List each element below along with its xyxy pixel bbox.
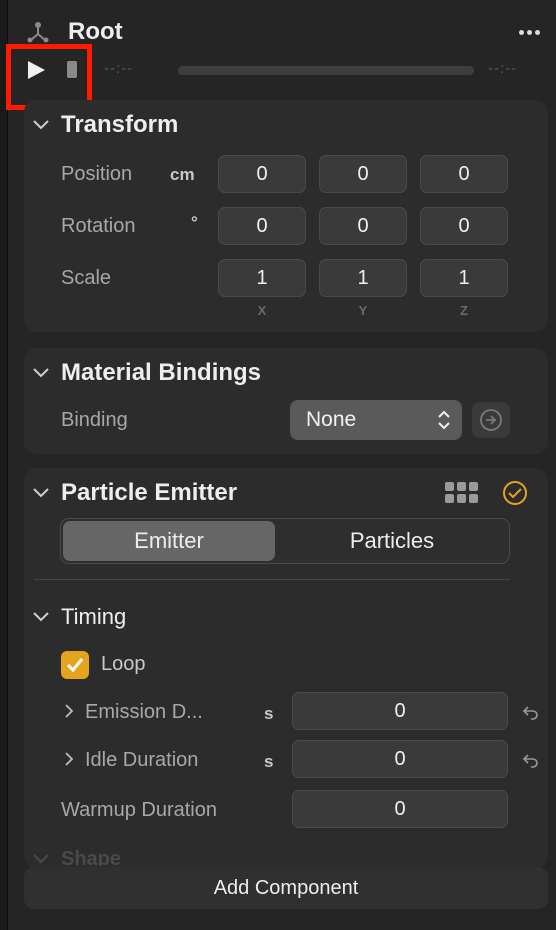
position-y-field[interactable]: 0 xyxy=(319,155,407,193)
timeline-scrubber[interactable] xyxy=(178,66,474,75)
idle-duration-label: Idle Duration xyxy=(85,749,199,771)
idle-duration-field[interactable]: 0 xyxy=(292,740,508,778)
tab-emitter[interactable]: Emitter xyxy=(63,521,275,561)
scale-label: Scale xyxy=(61,267,112,289)
rotation-label: Rotation xyxy=(61,215,136,237)
shape-subsection-header[interactable]: Shape xyxy=(24,846,324,866)
enabled-check-icon[interactable] xyxy=(502,480,528,506)
timing-title: Timing xyxy=(61,604,127,629)
position-unit: cm xyxy=(170,165,195,184)
material-bindings-title: Material Bindings xyxy=(61,359,262,386)
rotation-x-field[interactable]: 0 xyxy=(218,207,306,245)
position-label: Position xyxy=(61,163,133,185)
tab-particles[interactable]: Particles xyxy=(277,521,507,561)
axis-label-z: Z xyxy=(460,303,468,318)
updown-chevron-icon xyxy=(438,410,450,430)
revert-icon[interactable] xyxy=(522,704,540,720)
chevron-down-icon[interactable] xyxy=(33,488,49,498)
emission-duration-field[interactable]: 0 xyxy=(292,692,508,730)
more-options-icon[interactable] xyxy=(515,30,543,38)
emission-duration-label: Emission D... xyxy=(85,701,203,723)
scale-z-field[interactable]: 1 xyxy=(420,259,508,297)
left-edge-strip xyxy=(0,0,8,930)
time-end: --:-- xyxy=(488,60,518,77)
axis-label-y: Y xyxy=(358,303,368,318)
position-x-field[interactable]: 0 xyxy=(218,155,306,193)
arrow-circle-right-icon xyxy=(480,409,502,431)
scale-y-field[interactable]: 1 xyxy=(319,259,407,297)
axis-label-x: X xyxy=(257,303,267,318)
loop-label: Loop xyxy=(101,653,146,675)
shape-title: Shape xyxy=(61,848,122,866)
emitter-particles-segmented-control: Emitter Particles xyxy=(60,518,510,564)
emission-duration-unit: s xyxy=(264,704,274,723)
rotation-y-field[interactable]: 0 xyxy=(319,207,407,245)
hierarchy-icon xyxy=(27,22,49,43)
divider xyxy=(34,579,510,580)
chevron-down-icon[interactable] xyxy=(33,120,49,130)
chevron-down-icon[interactable] xyxy=(33,612,49,622)
grid-icon[interactable] xyxy=(444,481,480,505)
binding-label: Binding xyxy=(61,409,128,431)
particle-emitter-title: Particle Emitter xyxy=(61,479,238,506)
chevron-down-icon xyxy=(33,854,49,864)
warmup-duration-label: Warmup Duration xyxy=(61,799,217,821)
revert-icon[interactable] xyxy=(522,752,540,768)
warmup-duration-field[interactable]: 0 xyxy=(292,790,508,828)
idle-duration-unit: s xyxy=(264,752,274,771)
binding-select[interactable]: None xyxy=(290,400,462,440)
go-to-binding-button[interactable] xyxy=(472,402,510,438)
transform-title: Transform xyxy=(61,111,179,138)
position-z-field[interactable]: 0 xyxy=(420,155,508,193)
time-start: --:-- xyxy=(104,60,134,77)
scale-x-field[interactable]: 1 xyxy=(218,259,306,297)
entity-title: Root xyxy=(68,18,123,45)
chevron-right-icon[interactable] xyxy=(64,752,74,766)
chevron-right-icon[interactable] xyxy=(64,704,74,718)
rotation-unit: ° xyxy=(191,213,198,232)
binding-value: None xyxy=(306,408,357,431)
add-component-button[interactable]: Add Component xyxy=(24,867,548,909)
checkmark-icon xyxy=(66,658,84,673)
loop-checkbox[interactable] xyxy=(61,651,89,679)
chevron-down-icon[interactable] xyxy=(33,368,49,378)
rotation-z-field[interactable]: 0 xyxy=(420,207,508,245)
